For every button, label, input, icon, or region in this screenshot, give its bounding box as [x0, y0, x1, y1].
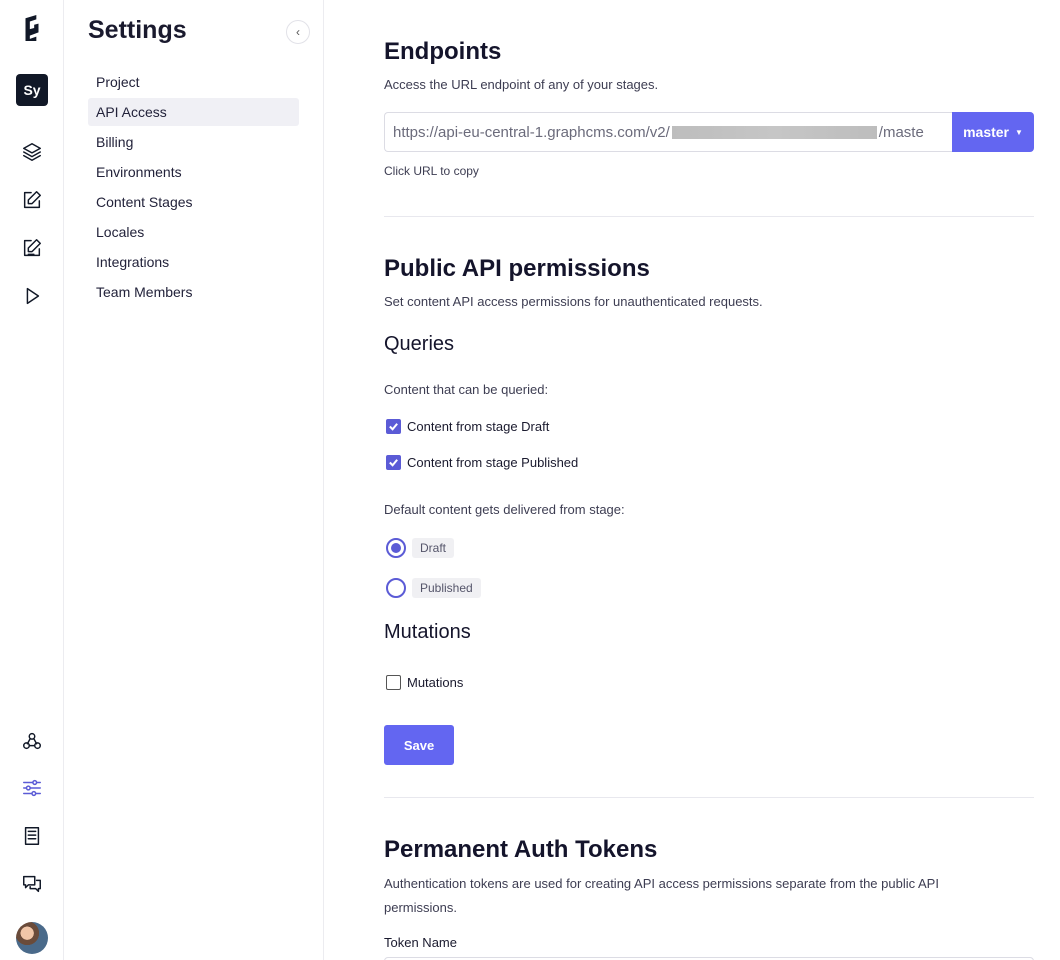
query-published-option[interactable]: Content from stage Published [386, 455, 578, 470]
layers-icon[interactable] [16, 136, 48, 168]
sidebar-item-team-members[interactable]: Team Members [88, 278, 299, 306]
sidebar-item-locales[interactable]: Locales [88, 218, 299, 246]
chat-icon[interactable] [16, 868, 48, 900]
settings-nav: Project API Access Billing Environments … [88, 68, 299, 308]
query-draft-option[interactable]: Content from stage Draft [386, 419, 549, 434]
auth-tokens-title: Permanent Auth Tokens [384, 836, 658, 863]
endpoints-description: Access the URL endpoint of any of your s… [384, 77, 659, 92]
sidebar-item-content-stages[interactable]: Content Stages [88, 188, 299, 216]
edit-icon[interactable] [16, 184, 48, 216]
queries-label: Content that can be queried: [384, 382, 549, 397]
divider [384, 216, 1034, 217]
sliders-icon[interactable] [16, 772, 48, 804]
sidebar-item-integrations[interactable]: Integrations [88, 248, 299, 276]
endpoint-url-prefix: https://api-eu-central-1.graphcms.com/v2… [393, 123, 670, 141]
radio-draft[interactable] [386, 538, 406, 558]
divider [384, 797, 1034, 798]
mutations-option[interactable]: Mutations [386, 675, 463, 690]
icon-rail: Sy [0, 0, 64, 960]
collapse-sidebar-button[interactable]: ‹ [286, 20, 310, 44]
stage-draft-option[interactable]: Draft [386, 538, 455, 558]
token-name-label: Token Name [384, 935, 457, 950]
mutations-title: Mutations [384, 621, 471, 643]
mutations-label: Mutations [407, 675, 464, 690]
stage-published-pill: Published [412, 578, 481, 598]
environment-dropdown[interactable]: master ▼ [952, 112, 1034, 152]
caret-down-icon: ▼ [1015, 127, 1023, 137]
endpoint-row: https://api-eu-central-1.graphcms.com/v2… [384, 112, 1034, 152]
sidebar-item-environments[interactable]: Environments [88, 158, 299, 186]
public-api-description: Set content API access permissions for u… [384, 294, 763, 309]
radio-published[interactable] [386, 578, 406, 598]
settings-sidebar: Settings ‹ Project API Access Billing En… [64, 0, 324, 960]
project-badge[interactable]: Sy [16, 74, 48, 106]
edit-alt-icon[interactable] [16, 232, 48, 264]
chevron-left-icon: ‹ [296, 25, 300, 39]
checkbox-mutations[interactable] [386, 675, 401, 690]
endpoint-url-field[interactable]: https://api-eu-central-1.graphcms.com/v2… [384, 112, 952, 152]
query-draft-label: Content from stage Draft [407, 419, 550, 434]
default-stage-label: Default content gets delivered from stag… [384, 502, 625, 517]
sidebar-item-project[interactable]: Project [88, 68, 299, 96]
auth-tokens-description: Authentication tokens are used for creat… [384, 876, 939, 915]
queries-title: Queries [384, 333, 455, 355]
graphcms-logo-icon[interactable] [16, 12, 48, 44]
save-button[interactable]: Save [384, 725, 454, 765]
checkbox-draft[interactable] [386, 419, 401, 434]
endpoints-title: Endpoints [384, 38, 502, 65]
stage-draft-pill: Draft [412, 538, 455, 558]
webhook-icon[interactable] [16, 725, 48, 757]
copy-hint: Click URL to copy [384, 164, 479, 178]
checkbox-published[interactable] [386, 455, 401, 470]
query-published-label: Content from stage Published [407, 455, 579, 470]
endpoint-url-suffix: /maste [878, 123, 924, 141]
sidebar-item-api-access[interactable]: API Access [88, 98, 299, 126]
stage-published-option[interactable]: Published [386, 578, 481, 598]
sidebar-title: Settings [88, 16, 187, 44]
play-icon[interactable] [16, 280, 48, 312]
environment-label: master [963, 124, 1009, 140]
book-icon[interactable] [16, 820, 48, 852]
user-avatar[interactable] [16, 922, 48, 954]
redacted-project-id [671, 125, 877, 139]
public-api-title: Public API permissions [384, 255, 650, 282]
sidebar-item-billing[interactable]: Billing [88, 128, 299, 156]
